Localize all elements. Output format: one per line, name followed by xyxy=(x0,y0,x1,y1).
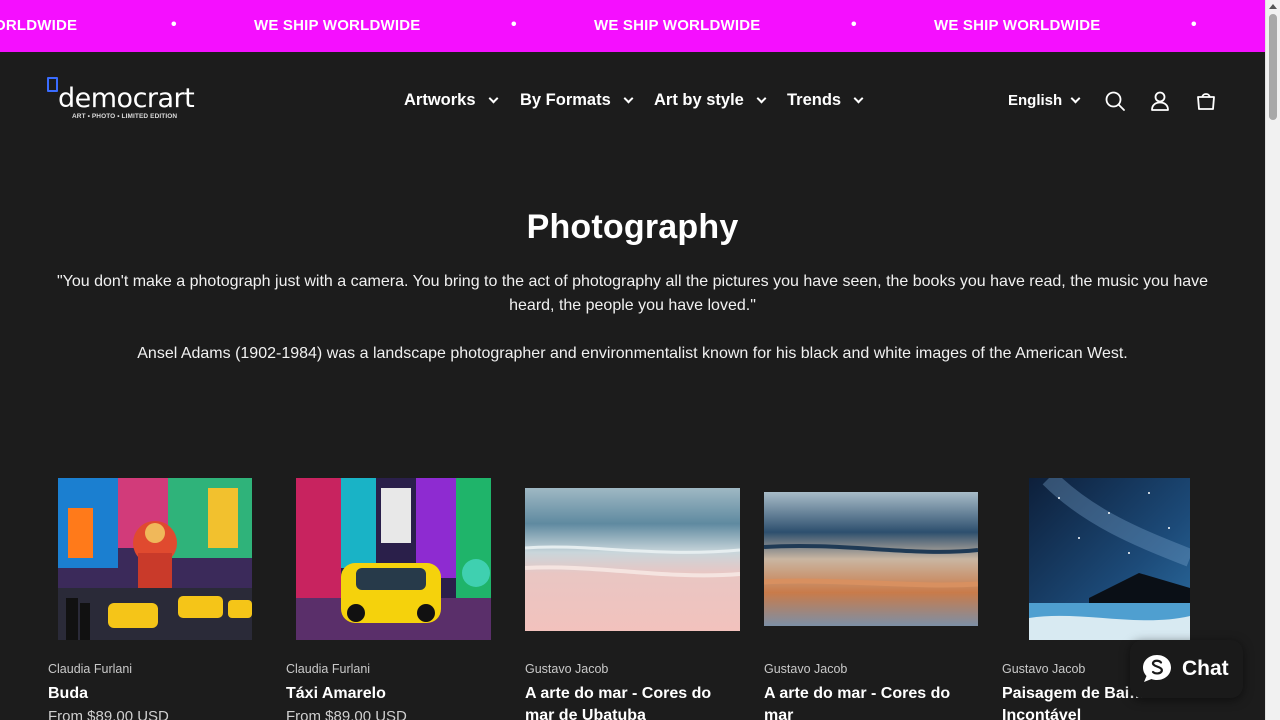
product-artist: Claudia Furlani xyxy=(286,662,371,676)
chat-button[interactable]: Chat xyxy=(1130,640,1243,698)
chat-label: Chat xyxy=(1182,657,1229,680)
announcement-text: WE SHIP WORLDWIDE xyxy=(594,17,761,34)
scrollbar-thumb[interactable] xyxy=(1269,14,1277,120)
product-artist: Claudia Furlani xyxy=(48,662,133,676)
product-artist: Gustavo Jacob xyxy=(764,662,848,676)
site-header: democrart ART • PHOTO • LIMITED EDITION … xyxy=(0,52,1265,148)
chevron-down-icon xyxy=(488,93,498,103)
product-artist: Gustavo Jacob xyxy=(1002,662,1086,676)
announcement-text: ORLDWIDE xyxy=(0,17,78,34)
collection-quote: "You don't make a photograph just with a… xyxy=(56,273,1209,314)
product-artist: Gustavo Jacob xyxy=(525,662,609,676)
logo-wordmark: democrart xyxy=(58,83,195,114)
announcement-text: WE SHIP WORLDWIDE xyxy=(934,17,1101,34)
product-image[interactable] xyxy=(296,478,491,640)
product-image[interactable] xyxy=(525,488,740,631)
collection-description: Ansel Adams (1902-1984) was a landscape … xyxy=(137,345,1128,362)
nav-item-label: Art by style xyxy=(654,90,744,109)
product-image[interactable] xyxy=(58,478,252,640)
product-title[interactable]: A arte do mar - Cores do mar de Ubatuba xyxy=(525,683,740,720)
nav-item-by-formats[interactable]: By Formats xyxy=(520,90,634,110)
chat-bubble-icon xyxy=(1143,655,1171,682)
search-icon[interactable] xyxy=(1104,90,1126,112)
product-title[interactable]: Táxi Amarelo xyxy=(286,683,501,705)
account-icon[interactable] xyxy=(1149,90,1171,112)
product-price: From $89.00 USD xyxy=(286,708,407,720)
page-scrollbar[interactable] xyxy=(1265,0,1280,720)
chevron-down-icon xyxy=(623,93,634,103)
nav-item-label: Trends xyxy=(787,90,842,109)
scroll-up-arrow-icon[interactable] xyxy=(1269,4,1277,9)
language-selector[interactable]: English xyxy=(1008,92,1081,109)
chevron-down-icon xyxy=(853,93,864,103)
product-image[interactable] xyxy=(1029,478,1190,640)
nav-item-trends[interactable]: Trends xyxy=(787,90,864,110)
chevron-down-icon xyxy=(1070,93,1081,104)
nav-item-label: By Formats xyxy=(520,90,611,109)
language-label: English xyxy=(1008,92,1063,109)
product-title[interactable]: Buda xyxy=(48,683,263,705)
logo-mark xyxy=(47,77,58,92)
page-title: Photography xyxy=(526,208,739,246)
announcement-separator: • xyxy=(1191,16,1197,33)
nav-item-label: Artworks xyxy=(404,90,476,109)
logo-tagline: ART • PHOTO • LIMITED EDITION xyxy=(72,113,178,120)
nav-item-art-by-style[interactable]: Art by style xyxy=(654,90,767,110)
cart-icon[interactable] xyxy=(1195,90,1217,112)
announcement-separator: • xyxy=(171,16,177,33)
product-price: From $89.00 USD xyxy=(48,708,169,720)
product-title[interactable]: A arte do mar - Cores do mar xyxy=(764,683,979,720)
announcement-text: WE SHIP WORLDWIDE xyxy=(254,17,421,34)
nav-item-artworks[interactable]: Artworks xyxy=(404,90,498,110)
product-image[interactable] xyxy=(764,492,978,626)
announcement-separator: • xyxy=(511,16,517,33)
chevron-down-icon xyxy=(756,93,767,103)
site-logo[interactable]: democrart ART • PHOTO • LIMITED EDITION xyxy=(47,74,197,124)
announcement-separator: • xyxy=(851,16,857,33)
announcement-bar: ORLDWIDE • WE SHIP WORLDWIDE • WE SHIP W… xyxy=(0,0,1265,52)
